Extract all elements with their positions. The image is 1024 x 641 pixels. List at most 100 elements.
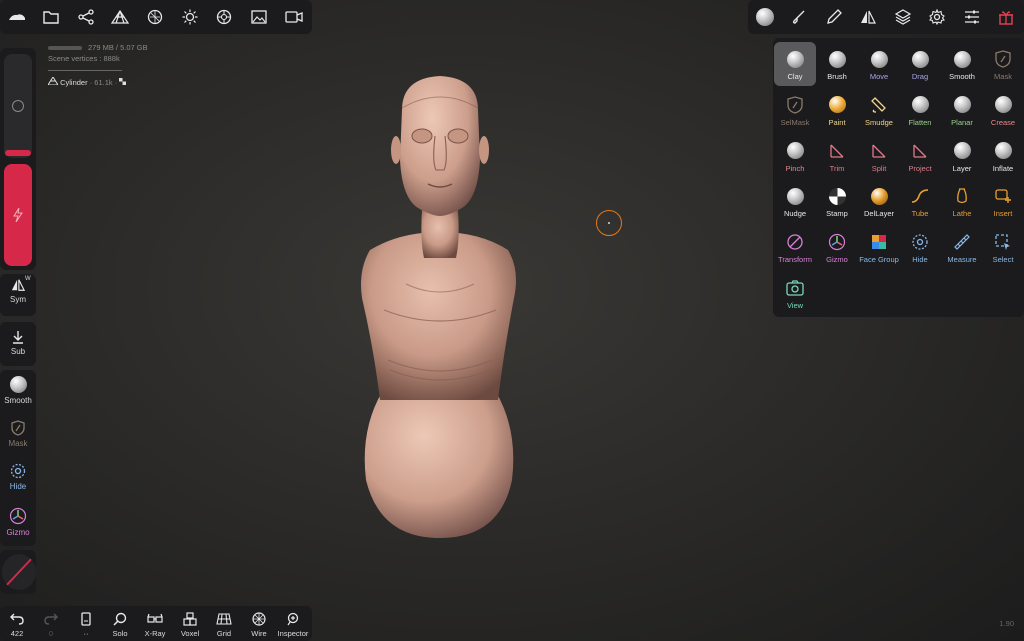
xray-glasses-icon	[147, 611, 163, 627]
tool-gizmo[interactable]: Gizmo	[816, 225, 858, 269]
smooth-button[interactable]: Smooth	[0, 376, 36, 416]
trim-icon	[828, 142, 846, 160]
tool-face-group[interactable]: Face Group	[858, 225, 900, 269]
tool-mask[interactable]: Mask	[982, 42, 1024, 86]
tool-label: Pinch	[785, 163, 805, 173]
scene-vertices: Scene vertices : 888k	[48, 54, 120, 63]
sym-panel: Sym W	[0, 274, 36, 316]
tool-label: Drag	[911, 72, 929, 81]
stroke-preview-icon	[3, 555, 35, 589]
wire-button[interactable]: Wire	[242, 606, 276, 641]
gizmo-icon	[9, 507, 27, 525]
checker-icon	[119, 78, 127, 87]
tool-label: Crease	[990, 117, 1016, 127]
select-icon	[994, 233, 1012, 251]
voxel-button[interactable]: Voxel	[173, 606, 207, 641]
tool-stamp[interactable]: Stamp	[816, 179, 858, 223]
sym-button[interactable]: Sym	[0, 278, 36, 318]
tool-layer[interactable]: Layer	[941, 134, 983, 178]
xray-button[interactable]: X-Ray	[138, 606, 172, 641]
tool-inflate[interactable]: Inflate	[982, 134, 1024, 178]
tool-trim[interactable]: Trim	[816, 134, 858, 178]
tool-select[interactable]: Select	[982, 225, 1024, 269]
sub-button[interactable]: Sub	[0, 330, 36, 370]
layers-icon[interactable]	[886, 0, 920, 34]
gizmo-button[interactable]: Gizmo	[0, 507, 36, 547]
background-icon[interactable]	[138, 0, 172, 34]
tool-measure[interactable]: Measure	[941, 225, 983, 269]
redo-button[interactable]: 0	[34, 606, 68, 641]
quick-tools-panel: Smooth Mask Hide Gizmo	[0, 370, 36, 546]
intensity-slider[interactable]	[4, 164, 32, 266]
smooth-label: Smooth	[4, 396, 32, 405]
scene-info: 279 MB / 5.07 GB Scene vertices : 888k C…	[47, 42, 148, 88]
tool-hide[interactable]: Hide	[899, 225, 941, 269]
brush-preview[interactable]	[2, 554, 36, 590]
radius-slider[interactable]	[4, 54, 32, 158]
insert-icon	[994, 187, 1012, 205]
material-icon[interactable]	[207, 0, 241, 34]
tool-insert[interactable]: Insert	[982, 179, 1024, 223]
sliders-icon[interactable]	[955, 0, 989, 34]
project-icon	[911, 142, 929, 160]
inspector-button[interactable]: Inspector	[276, 606, 310, 641]
top-right-toolbar	[748, 0, 1024, 34]
tool-planar[interactable]: Planar	[941, 88, 983, 132]
mask-button[interactable]: Mask	[0, 420, 36, 460]
tool-split[interactable]: Split	[858, 134, 900, 178]
object-detail: · 61.1k ·	[89, 78, 118, 87]
undo-button[interactable]: 422	[0, 606, 34, 641]
inflate-icon	[994, 142, 1012, 160]
hide-button[interactable]: Hide	[0, 463, 36, 503]
tool-label: Trim	[829, 163, 845, 173]
planar-icon	[953, 96, 971, 114]
folder-icon[interactable]	[34, 0, 68, 34]
tool-smudge[interactable]: Smudge	[858, 88, 900, 132]
memory-usage: 279 MB / 5.07 GB	[88, 43, 148, 52]
grid-label: Grid	[216, 629, 232, 638]
grid-icon	[216, 611, 232, 627]
pen-tool-icon[interactable]	[817, 0, 851, 34]
scene-graph-icon[interactable]	[69, 0, 103, 34]
tool-nudge[interactable]: Nudge	[774, 179, 816, 223]
symmetry-icon[interactable]	[851, 0, 885, 34]
tool-dellayer[interactable]: DelLayer	[858, 179, 900, 223]
object-row[interactable]: Cylinder · 61.1k ·	[47, 76, 148, 88]
tool-pinch[interactable]: Pinch	[774, 134, 816, 178]
selmask-icon	[786, 96, 804, 114]
app-logo-icon[interactable]	[0, 0, 34, 34]
tool-view[interactable]: View	[774, 271, 816, 315]
tool-label: View	[786, 301, 804, 310]
tool-label: Planar	[951, 117, 973, 127]
grid-button[interactable]: Grid	[207, 606, 241, 641]
tool-tube[interactable]: Tube	[899, 179, 941, 223]
tool-drag[interactable]: Drag	[899, 42, 941, 86]
tool-lathe[interactable]: Lathe	[941, 179, 983, 223]
sculpt-model[interactable]	[340, 70, 540, 542]
video-icon[interactable]	[277, 0, 311, 34]
image-icon[interactable]	[242, 0, 276, 34]
measure-icon	[953, 233, 971, 251]
solo-button[interactable]: Solo	[103, 606, 137, 641]
tool-project[interactable]: Project	[899, 134, 941, 178]
tool-move[interactable]: Move	[858, 42, 900, 86]
tool-transform[interactable]: Transform	[774, 225, 816, 269]
tool-brush[interactable]: Brush	[816, 42, 858, 86]
tool-smooth[interactable]: Smooth	[941, 42, 983, 86]
scene-stack-button[interactable]: ··	[69, 606, 103, 641]
subdivide-icon	[13, 331, 23, 344]
paint-brush-icon[interactable]	[782, 0, 816, 34]
tool-crease[interactable]: Crease	[982, 88, 1024, 132]
topology-icon[interactable]	[103, 0, 137, 34]
tool-paint[interactable]: Paint	[816, 88, 858, 132]
tool-selmask[interactable]: SelMask	[774, 88, 816, 132]
brush-sphere-icon[interactable]	[748, 0, 782, 34]
tool-label: Tube	[911, 209, 929, 219]
stamp-icon	[828, 187, 846, 205]
gift-icon[interactable]	[989, 0, 1023, 34]
tool-clay[interactable]: Clay	[774, 42, 816, 86]
tool-flatten[interactable]: Flatten	[899, 88, 941, 132]
light-icon[interactable]	[173, 0, 207, 34]
nudge-icon	[786, 187, 804, 205]
settings-gear-icon[interactable]	[920, 0, 954, 34]
